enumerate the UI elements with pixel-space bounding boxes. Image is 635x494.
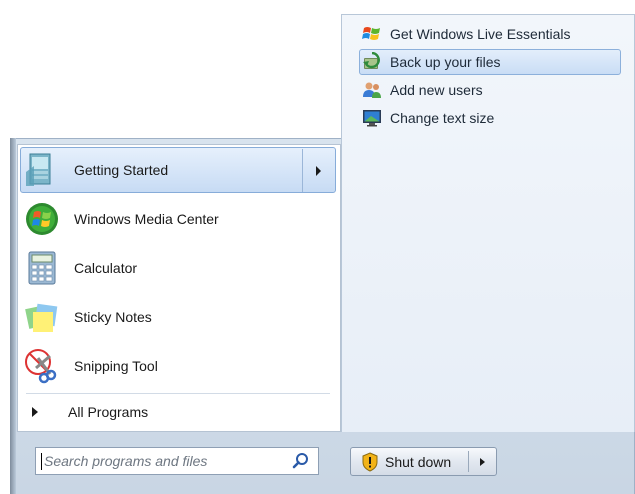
program-calculator[interactable]: Calculator	[20, 245, 336, 291]
program-snipping-tool[interactable]: Snipping Tool	[20, 343, 336, 389]
media-center-icon	[24, 201, 60, 237]
all-programs-label: All Programs	[68, 404, 149, 420]
right-item-backup[interactable]: Back up your files	[359, 49, 621, 75]
backup-icon	[362, 51, 382, 72]
display-icon	[362, 108, 382, 128]
right-item-text-size[interactable]: Change text size	[359, 105, 621, 131]
text-caret	[41, 452, 42, 470]
right-item-label: Add new users	[390, 82, 483, 98]
shutdown-button-group: Shut down	[350, 447, 497, 476]
submenu-arrow-icon[interactable]	[316, 166, 321, 176]
right-item-windows-live[interactable]: Get Windows Live Essentials	[359, 21, 621, 47]
users-icon	[362, 80, 382, 100]
program-media-center[interactable]: Windows Media Center	[20, 196, 336, 242]
getting-started-icon	[24, 152, 60, 188]
program-sticky-notes[interactable]: Sticky Notes	[20, 294, 336, 340]
program-getting-started[interactable]: Getting Started	[20, 147, 336, 193]
search-input[interactable]: Search programs and files	[35, 447, 319, 475]
shutdown-label: Shut down	[385, 453, 452, 470]
arrow-right-icon	[32, 407, 38, 417]
search-icon[interactable]	[292, 452, 310, 470]
start-menu-edge	[10, 138, 16, 494]
shutdown-button[interactable]: Shut down	[351, 448, 468, 475]
windows-flag-icon	[362, 24, 382, 44]
search-placeholder: Search programs and files	[44, 453, 208, 469]
all-programs-button[interactable]: All Programs	[26, 398, 330, 426]
arrow-right-icon	[480, 457, 485, 466]
program-label: Windows Media Center	[74, 211, 219, 227]
right-item-label: Change text size	[390, 110, 495, 126]
program-label: Snipping Tool	[74, 358, 158, 374]
program-label: Calculator	[74, 260, 138, 276]
program-label: Getting Started	[74, 162, 169, 178]
right-item-label: Back up your files	[390, 54, 501, 70]
submenu-divider	[302, 149, 303, 192]
shield-warning-icon	[361, 451, 379, 472]
program-label: Sticky Notes	[74, 309, 152, 325]
scissors-icon	[24, 348, 60, 384]
right-item-add-users[interactable]: Add new users	[359, 77, 621, 103]
all-programs-divider	[26, 393, 330, 394]
calculator-icon	[24, 250, 60, 286]
sticky-notes-icon	[24, 299, 60, 335]
right-item-label: Get Windows Live Essentials	[390, 26, 571, 42]
shutdown-options-button[interactable]	[469, 448, 496, 475]
